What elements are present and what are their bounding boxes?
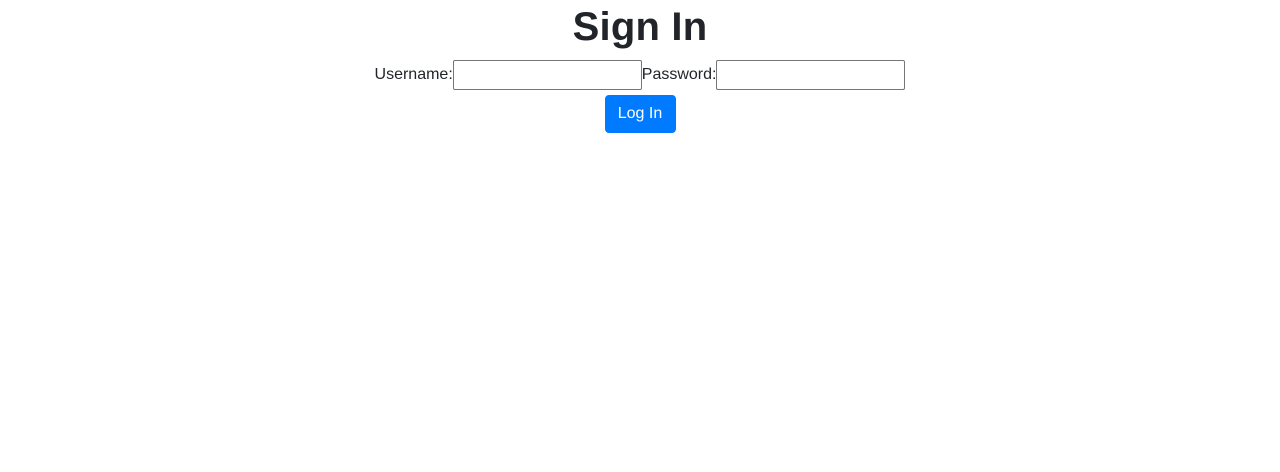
password-label: Password: <box>641 66 717 83</box>
page-title: Sign In <box>572 5 708 49</box>
username-label: Username: <box>374 66 453 83</box>
submit-row: Log In <box>0 95 1280 133</box>
credentials-row: Username: Password: <box>0 60 1280 90</box>
password-input[interactable] <box>716 60 906 90</box>
login-form: Username: Password: Log In <box>0 60 1280 133</box>
sign-in-page: Sign In Username: Password: Log In <box>0 0 1280 472</box>
login-button[interactable]: Log In <box>604 95 676 133</box>
username-input[interactable] <box>452 60 642 90</box>
